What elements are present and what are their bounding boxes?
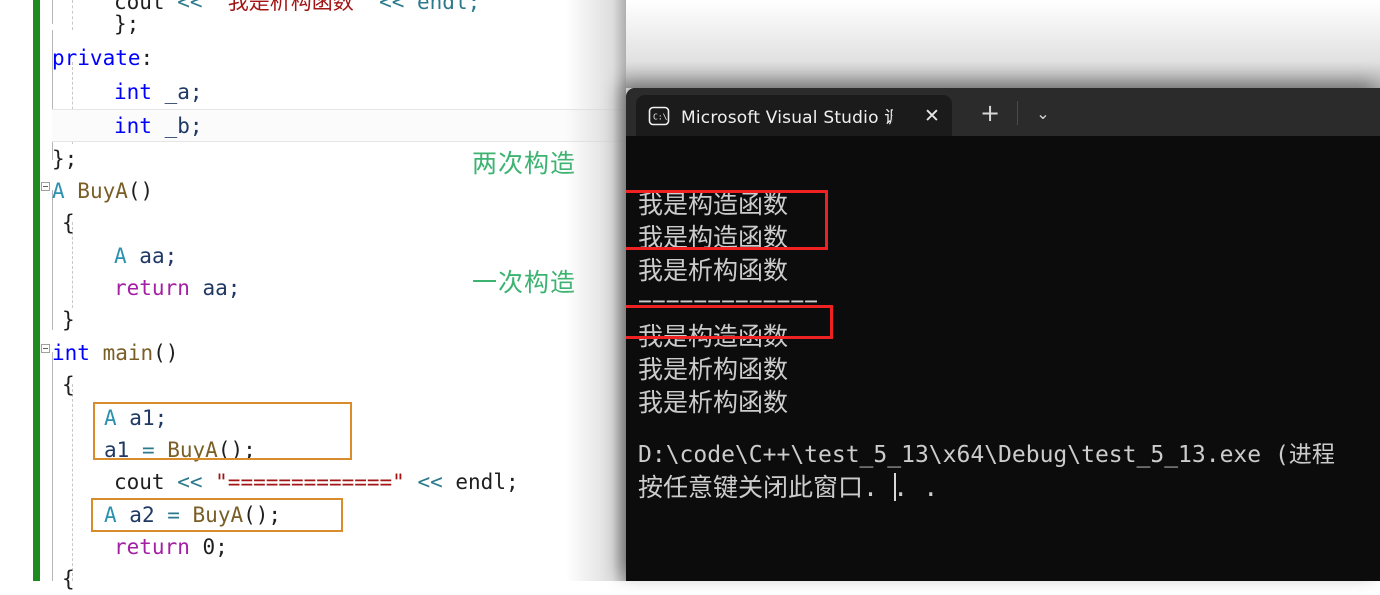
fold-toggle-main[interactable] — [41, 344, 50, 353]
code-token: () — [127, 179, 154, 203]
fold-toggle-buya[interactable] — [41, 182, 50, 191]
code-line[interactable]: private: — [52, 42, 153, 74]
code-token: aa; — [139, 244, 178, 268]
code-highlight-box — [93, 402, 352, 460]
code-line[interactable]: }; — [52, 143, 77, 175]
editor-annotation-text: 两次构造 — [472, 149, 577, 178]
code-token: _b; — [164, 114, 203, 138]
code-token: _a; — [164, 80, 203, 104]
toolbar-divider — [1017, 101, 1018, 125]
code-token: << — [177, 0, 216, 14]
editor-shadow-top — [626, 0, 1380, 88]
code-highlight-box — [91, 498, 343, 532]
terminal-title-bar[interactable]: C:\ Microsoft Visual Studio 调试控 ✕ + ⌄ — [626, 88, 1380, 136]
console-highlight-box — [626, 305, 833, 339]
chevron-down-icon[interactable]: ⌄ — [1030, 101, 1056, 127]
code-token: "=============" — [215, 470, 405, 494]
code-line[interactable]: int main() — [52, 337, 178, 369]
code-line[interactable]: int _b; — [52, 110, 203, 142]
svg-text:C:\: C:\ — [653, 112, 668, 121]
code-line[interactable]: { — [52, 207, 75, 239]
code-token: () — [153, 341, 179, 365]
code-token: int — [52, 341, 103, 365]
console-highlight-box — [626, 190, 828, 250]
code-token: "我是析构函数" — [215, 0, 367, 14]
code-line[interactable]: return 0; — [52, 531, 228, 563]
code-token: int — [114, 114, 165, 138]
code-token: aa; — [202, 276, 241, 300]
code-token: << — [404, 470, 456, 494]
code-token: return — [114, 276, 203, 300]
code-token: return — [114, 535, 203, 559]
code-token: }; — [114, 12, 140, 36]
code-line[interactable]: A BuyA() — [52, 175, 153, 207]
terminal-tab[interactable]: C:\ Microsoft Visual Studio 调试控 ✕ — [636, 95, 952, 136]
code-token: cout — [114, 470, 178, 494]
code-line[interactable]: int _a; — [52, 76, 203, 108]
code-token: main — [102, 341, 154, 365]
code-token: BuyA — [77, 179, 128, 203]
editor-outer-margin — [0, 0, 33, 581]
code-token: }; — [52, 147, 78, 171]
console-icon: C:\ — [648, 105, 670, 127]
debug-console-window[interactable]: C:\ Microsoft Visual Studio 调试控 ✕ + ⌄ 我是… — [626, 88, 1380, 581]
terminal-tab-title: Microsoft Visual Studio 调试控 — [681, 108, 893, 128]
editor-glyph-margin[interactable] — [40, 0, 52, 581]
code-token: ; — [505, 470, 519, 494]
code-line[interactable]: { — [52, 563, 75, 595]
editor-annotation-text: 一次构造 — [472, 268, 577, 297]
code-line[interactable]: A aa; — [52, 240, 177, 272]
console-output-area[interactable]: 我是构造函数 我是构造函数 我是析构函数 ============= 我是构造函数 我是析… — [626, 136, 1380, 581]
new-tab-icon[interactable]: + — [977, 101, 1003, 127]
code-token: { — [62, 373, 75, 397]
code-token: int — [114, 80, 165, 104]
text-caret — [894, 473, 896, 501]
code-token: { — [62, 567, 75, 591]
code-token: } — [62, 308, 75, 332]
code-token: 0; — [202, 535, 228, 559]
code-line[interactable]: }; — [52, 8, 139, 40]
console-output-line: 我是析构函数 — [638, 388, 789, 417]
code-token: << — [177, 470, 216, 494]
code-line[interactable]: cout << "=============" << endl; — [52, 466, 519, 498]
code-token: private — [52, 46, 141, 70]
close-icon[interactable]: ✕ — [920, 104, 944, 128]
code-line[interactable]: { — [52, 369, 75, 401]
code-token: { — [62, 211, 75, 235]
code-line[interactable]: } — [52, 304, 75, 336]
code-line[interactable]: return aa; — [52, 272, 240, 304]
code-token: : — [140, 46, 154, 70]
code-token: endl — [455, 470, 506, 494]
code-token: << endl; — [366, 0, 481, 14]
code-token: A — [52, 179, 78, 203]
code-token: A — [114, 244, 140, 268]
change-indicator-bar — [33, 0, 40, 581]
